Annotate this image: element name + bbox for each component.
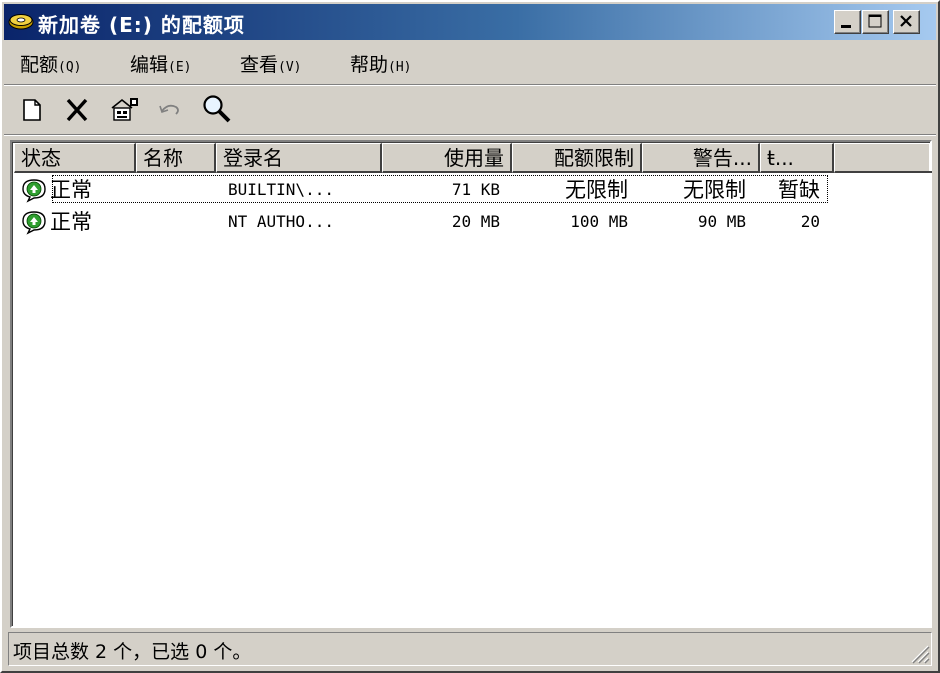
menu-edit[interactable]: 编辑(E)	[130, 50, 192, 77]
delete-icon	[66, 98, 88, 122]
col-header-login[interactable]: 登录名	[216, 143, 382, 173]
window-title: 新加卷 (E:) 的配额项	[38, 13, 245, 37]
row-used: 71 KB	[451, 180, 500, 199]
row-limit: 无限制	[565, 178, 628, 202]
row-status: 正常	[50, 210, 92, 234]
menu-quota[interactable]: 配额(Q)	[20, 50, 82, 77]
undo-icon	[159, 104, 179, 115]
row-limit: 100 MB	[570, 212, 628, 231]
row-status: 正常	[50, 178, 92, 202]
toolbar-separator	[4, 134, 936, 136]
col-header-percent[interactable]: ŧ...	[760, 143, 834, 173]
list-row[interactable]: 正常 BUILTIN\... 71 KB 无限制 无限制 暂缺	[14, 174, 834, 206]
status-ok-icon	[22, 211, 46, 235]
status-bar: 项目总数 2 个，已选 0 个。	[8, 632, 932, 666]
find-button[interactable]	[200, 92, 232, 126]
row-warning: 无限制	[683, 178, 746, 202]
quota-list[interactable]: 状态 名称 登录名 使用量 配额限制 警告... ŧ... 正常 BUILTIN…	[10, 140, 932, 628]
list-header: 状态 名称 登录名 使用量 配额限制 警告... ŧ...	[14, 143, 932, 173]
delete-button[interactable]	[62, 92, 94, 126]
minimize-icon	[841, 25, 851, 28]
new-quota-icon	[23, 99, 41, 121]
title-bar[interactable]: 新加卷 (E:) 的配额项	[4, 4, 936, 40]
toolbar	[4, 88, 936, 132]
new-quota-button[interactable]	[16, 92, 48, 126]
properties-button[interactable]	[108, 92, 140, 126]
menu-bar: 配额(Q) 编辑(E) 查看(V) 帮助(H)	[4, 44, 936, 78]
close-icon	[900, 15, 912, 27]
row-used: 20 MB	[451, 212, 500, 231]
menu-view[interactable]: 查看(V)	[240, 50, 302, 77]
menu-separator	[4, 84, 936, 86]
col-header-filler	[834, 143, 932, 173]
quota-window: 新加卷 (E:) 的配额项 配额(Q) 编辑(E) 查看(V) 帮助(H) 状态…	[0, 0, 940, 673]
properties-icon	[111, 98, 138, 121]
status-panel: 项目总数 2 个，已选 0 个。	[8, 632, 932, 666]
maximize-button[interactable]	[862, 10, 889, 34]
row-percent: 20	[800, 212, 820, 231]
maximize-icon	[868, 14, 882, 28]
col-header-status[interactable]: 状态	[14, 143, 136, 173]
row-warning: 90 MB	[697, 212, 746, 231]
menu-help[interactable]: 帮助(H)	[350, 50, 412, 77]
resize-grip-icon[interactable]	[906, 640, 930, 664]
col-header-name[interactable]: 名称	[136, 143, 216, 173]
list-row[interactable]: 正常 NT AUTHO... 20 MB 100 MB 90 MB 20	[14, 206, 834, 238]
find-icon	[203, 95, 231, 123]
drive-icon	[8, 14, 34, 30]
close-button[interactable]	[893, 10, 920, 34]
col-header-warning[interactable]: 警告...	[642, 143, 760, 173]
status-ok-icon	[22, 179, 46, 203]
row-login: BUILTIN\...	[228, 180, 334, 199]
row-percent: 暂缺	[778, 178, 820, 202]
undo-button[interactable]	[154, 92, 186, 126]
row-login: NT AUTHO...	[228, 212, 334, 231]
col-header-limit[interactable]: 配额限制	[512, 143, 642, 173]
minimize-button[interactable]	[834, 10, 861, 34]
status-text: 项目总数 2 个，已选 0 个。	[13, 641, 252, 663]
col-header-used[interactable]: 使用量	[382, 143, 512, 173]
